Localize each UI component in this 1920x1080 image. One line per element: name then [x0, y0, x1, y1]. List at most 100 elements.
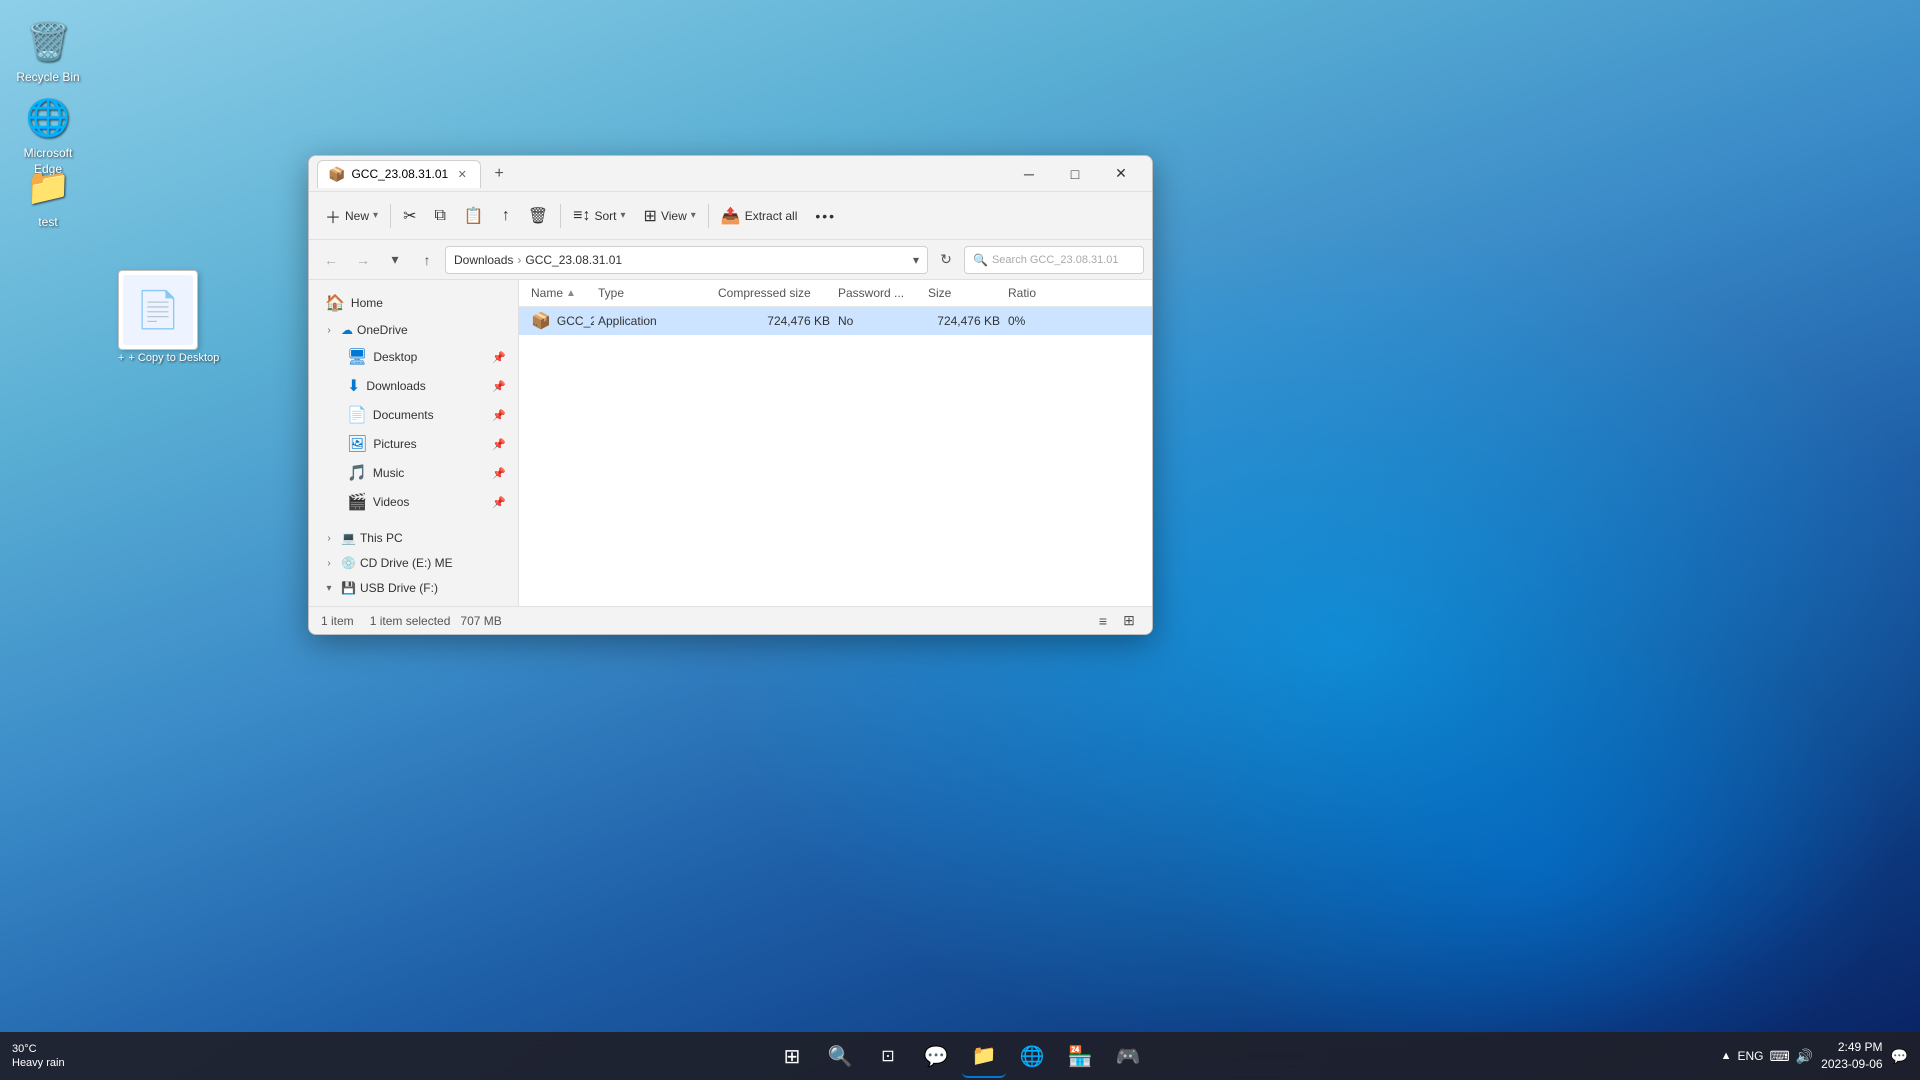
- sidebar-item-music[interactable]: 🎵 Music 📌: [313, 459, 514, 487]
- explorer-tab[interactable]: 📦 GCC_23.08.31.01 ✕: [317, 160, 481, 188]
- forward-button[interactable]: →: [349, 246, 377, 274]
- list-view-button[interactable]: ≡: [1092, 610, 1114, 632]
- taskbar-chat-button[interactable]: 💬: [914, 1034, 958, 1078]
- table-row[interactable]: 📦 GCC_23.08.31.01 Application 724,476 KB…: [519, 307, 1152, 335]
- taskbar-edge-button[interactable]: 🌐: [1010, 1034, 1054, 1078]
- sidebar-item-this-pc[interactable]: › 💻 This PC: [313, 526, 514, 550]
- downloads-label: Downloads: [366, 379, 425, 393]
- share-button[interactable]: ↑: [494, 202, 518, 230]
- tray-expand-icon[interactable]: ▲: [1721, 1050, 1732, 1062]
- taskbar-file-explorer-icon: 📁: [972, 1043, 997, 1068]
- tab-close-button[interactable]: ✕: [454, 166, 470, 182]
- share-icon: ↑: [502, 207, 510, 225]
- sort-icon: ≡↕: [573, 207, 590, 225]
- sidebar-item-onedrive[interactable]: › ☁ OneDrive: [313, 318, 514, 342]
- col-header-compressed-size[interactable]: Compressed size: [714, 284, 834, 302]
- view-dropdown-arrow: ▾: [691, 210, 696, 221]
- path-downloads[interactable]: Downloads: [454, 253, 513, 267]
- clock-date: 2023-09-06: [1821, 1056, 1882, 1073]
- sidebar-item-videos[interactable]: 🎬 Videos 📌: [313, 488, 514, 516]
- taskbar: 30°C Heavy rain ⊞ 🔍 ⊡ 💬 📁 🌐 🏪 🎮: [0, 1032, 1920, 1080]
- search-box[interactable]: 🔍 Search GCC_23.08.31.01: [964, 246, 1144, 274]
- path-gcc[interactable]: GCC_23.08.31.01: [525, 253, 622, 267]
- search-placeholder: Search GCC_23.08.31.01: [992, 254, 1119, 266]
- taskbar-file-explorer-button[interactable]: 📁: [962, 1034, 1006, 1078]
- weather-widget[interactable]: 30°C Heavy rain: [12, 1042, 65, 1071]
- sidebar-item-desktop[interactable]: 🖥 Desktop 📌: [313, 343, 514, 371]
- new-dropdown-arrow: ▾: [373, 210, 378, 221]
- sort-dropdown-arrow: ▾: [621, 210, 626, 221]
- app-preview-icon[interactable]: 📄: [118, 270, 198, 350]
- col-header-name[interactable]: Name ▲: [527, 284, 594, 302]
- sort-button[interactable]: ≡↕ Sort ▾: [565, 202, 633, 230]
- taskbar-start-button[interactable]: ⊞: [770, 1034, 814, 1078]
- paste-button[interactable]: 📋: [456, 201, 492, 231]
- taskbar-task-view-button[interactable]: ⊡: [866, 1034, 910, 1078]
- content-area: 🏠 Home › ☁ OneDrive 🖥 Desktop 📌 ⬇ Downlo…: [309, 280, 1152, 606]
- up-button[interactable]: ↑: [413, 246, 441, 274]
- file-compressed-size-cell: 724,476 KB: [714, 312, 834, 330]
- recent-locations-button[interactable]: ▾: [381, 246, 409, 274]
- grid-view-button[interactable]: ⊞: [1118, 610, 1140, 632]
- back-button[interactable]: ←: [317, 246, 345, 274]
- cd-drive-expand-icon: ›: [321, 555, 337, 571]
- cut-button[interactable]: ✂: [395, 201, 424, 231]
- desktop-icon-test-folder[interactable]: 📁 test: [8, 163, 88, 231]
- extract-all-button[interactable]: 📤 Extract all: [713, 201, 806, 231]
- minimize-button[interactable]: ─: [1006, 158, 1052, 190]
- address-bar: ← → ▾ ↑ Downloads › GCC_23.08.31.01 ▾ ↻ …: [309, 240, 1152, 280]
- copy-button[interactable]: ⧉: [426, 202, 453, 230]
- col-header-password[interactable]: Password ...: [834, 284, 924, 302]
- edge-icon: 🌐: [24, 94, 72, 142]
- music-label: Music: [373, 466, 404, 480]
- recycle-bin-label: Recycle Bin: [16, 70, 79, 86]
- onedrive-expand-icon: ›: [321, 322, 337, 338]
- view-button[interactable]: ⊞ View ▾: [636, 201, 704, 231]
- extract-icon: 📤: [721, 206, 741, 226]
- volume-icon[interactable]: 🔊: [1796, 1048, 1813, 1065]
- taskbar-store-button[interactable]: 🏪: [1058, 1034, 1102, 1078]
- sidebar-item-home[interactable]: 🏠 Home: [313, 289, 514, 317]
- address-dropdown-arrow[interactable]: ▾: [913, 253, 919, 267]
- close-button[interactable]: ✕: [1098, 158, 1144, 190]
- tab-title: GCC_23.08.31.01: [351, 167, 448, 181]
- sidebar-item-documents[interactable]: 📄 Documents 📌: [313, 401, 514, 429]
- paste-icon: 📋: [464, 206, 484, 226]
- address-path[interactable]: Downloads › GCC_23.08.31.01 ▾: [445, 246, 928, 274]
- add-tab-button[interactable]: +: [485, 160, 513, 188]
- maximize-button[interactable]: □: [1052, 158, 1098, 190]
- view-icon: ⊞: [644, 206, 657, 226]
- language-indicator[interactable]: ENG: [1738, 1049, 1764, 1063]
- usb-drive-icon: 💾: [341, 581, 356, 595]
- copy-to-desktop-label[interactable]: + + Copy to Desktop: [118, 352, 219, 364]
- test-folder-icon: 📁: [24, 163, 72, 211]
- home-icon: 🏠: [325, 293, 345, 313]
- sidebar-item-pictures[interactable]: 🖼 Pictures 📌: [313, 430, 514, 458]
- this-pc-icon: 💻: [341, 531, 356, 545]
- music-icon: 🎵: [347, 463, 367, 483]
- cd-drive-icon: 💿: [341, 556, 356, 570]
- sidebar-item-downloads[interactable]: ⬇ Downloads 📌: [313, 372, 514, 400]
- taskbar-right: ▲ ENG ⌨ 🔊 2:49 PM 2023-09-06 💬: [1721, 1039, 1908, 1073]
- more-options-button[interactable]: •••: [807, 203, 844, 229]
- app-preview-overlay: [123, 275, 193, 345]
- home-label: Home: [351, 296, 383, 310]
- col-header-type[interactable]: Type: [594, 284, 714, 302]
- weather-condition: Heavy rain: [12, 1056, 65, 1070]
- refresh-button[interactable]: ↻: [932, 246, 960, 274]
- clock-widget[interactable]: 2:49 PM 2023-09-06: [1821, 1039, 1882, 1073]
- sidebar-item-usb-drive[interactable]: ▾ 💾 USB Drive (F:): [313, 576, 514, 600]
- test-folder-label: test: [38, 215, 57, 231]
- taskbar-search-button[interactable]: 🔍: [818, 1034, 862, 1078]
- col-header-size[interactable]: Size: [924, 284, 1004, 302]
- col-header-ratio[interactable]: Ratio: [1004, 284, 1144, 302]
- taskbar-xbox-button[interactable]: 🎮: [1106, 1034, 1150, 1078]
- new-button[interactable]: ＋ New ▾: [317, 199, 386, 233]
- notification-icon[interactable]: 💬: [1891, 1048, 1908, 1065]
- delete-button[interactable]: 🗑: [520, 201, 556, 231]
- documents-icon: 📄: [347, 405, 367, 425]
- sidebar-item-cd-drive[interactable]: › 💿 CD Drive (E:) ME: [313, 551, 514, 575]
- column-headers: Name ▲ Type Compressed size Password ...…: [519, 280, 1152, 307]
- taskbar-store-icon: 🏪: [1068, 1044, 1093, 1069]
- desktop-icon-recycle-bin[interactable]: 🗑️ Recycle Bin: [8, 18, 88, 86]
